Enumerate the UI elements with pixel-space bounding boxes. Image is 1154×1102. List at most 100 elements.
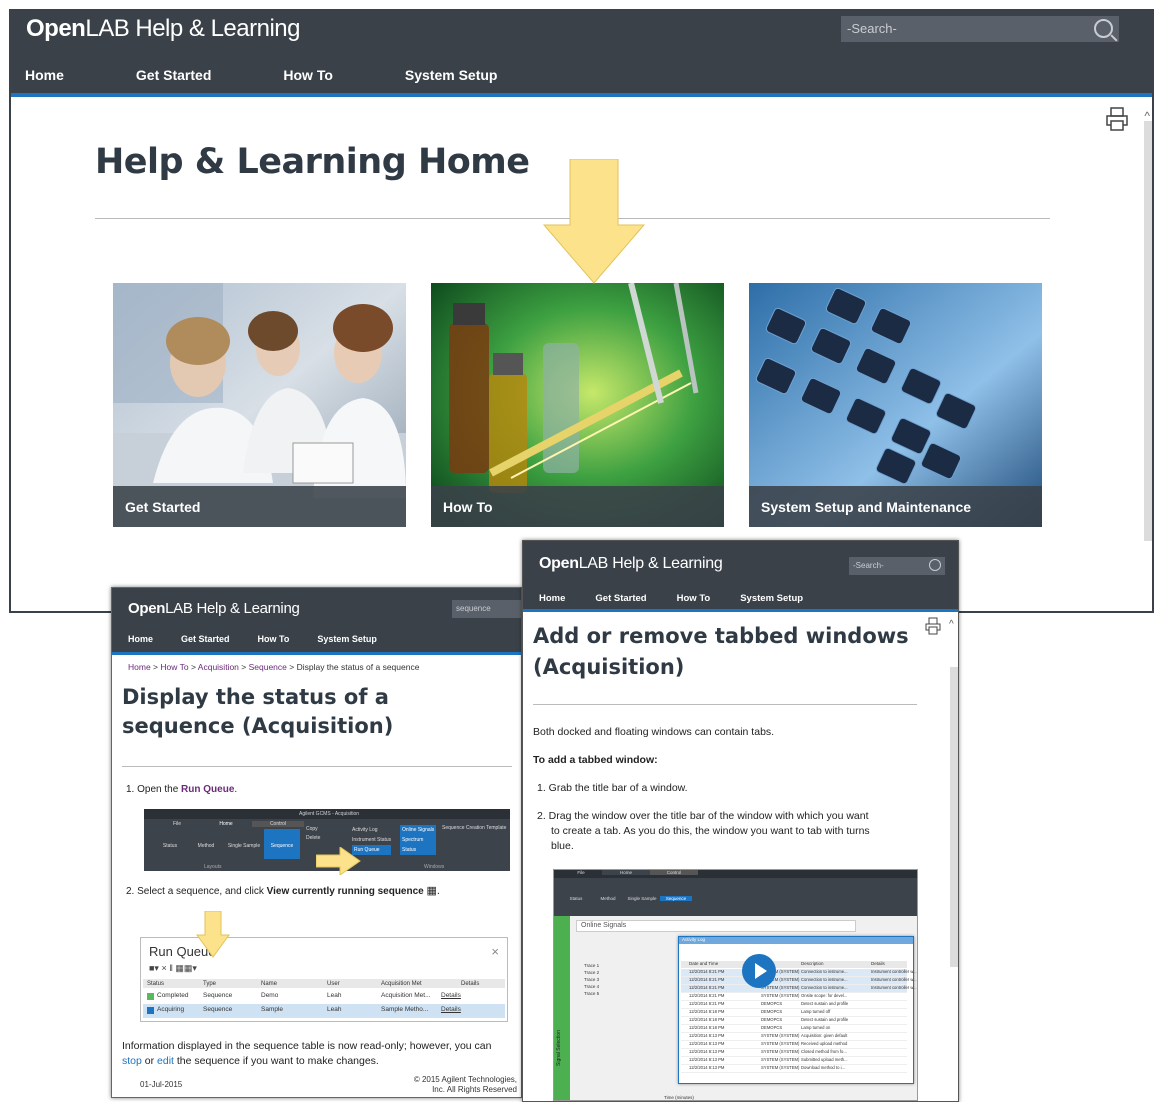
nav-system-setup[interactable]: System Setup (317, 634, 377, 644)
log-row[interactable]: 12/2/2014 8:18 PM DEMOPCS Detect sustain a… (681, 1017, 907, 1025)
run-queue-toolbar: ■▾ × ‖ ▦▦▾ (149, 963, 197, 973)
nav-how-to[interactable]: How To (258, 634, 290, 644)
search-input[interactable]: sequence (452, 600, 521, 618)
print-icon[interactable] (1106, 107, 1128, 131)
brand-logo[interactable]: OpenLAB Help & Learning (26, 15, 300, 43)
nav-how-to[interactable]: How To (677, 593, 711, 604)
nav: Home Get Started How To System Setup (539, 593, 803, 604)
log-row[interactable]: 12/2/2014 8:13 PM SYSTEM (SYSTEM) Download… (681, 1065, 907, 1073)
ribbon-buttons: Status Method Single Sample Sequence (560, 896, 692, 901)
ribbon-tab-file[interactable]: File (154, 821, 200, 827)
ribbon-copy-button[interactable]: Copy (306, 825, 320, 834)
tile-system-setup[interactable]: System Setup and Maintenance (749, 283, 1042, 527)
sequence-status-window: OpenLAB Help & Learning sequence Home Ge… (111, 587, 522, 1098)
log-row[interactable]: 12/2/2014 8:21 PM DEMOPCS Detect sustain a… (681, 1001, 907, 1009)
stop-link[interactable]: stop (122, 1055, 142, 1067)
ribbon-single-sample-button[interactable]: Single Sample (224, 829, 264, 859)
log-table-header: Date and Time User Description Details (681, 961, 907, 968)
table-row[interactable]: Completed Sequence Demo Leah Acquisition… (143, 990, 505, 1004)
log-row[interactable]: 12/2/2014 8:21 PM SYSTEM (SYSTEM) Connecti… (681, 969, 917, 977)
nav-get-started[interactable]: Get Started (595, 593, 646, 604)
ribbon-side: Copy Delete (306, 825, 320, 843)
details-link[interactable]: Details (441, 992, 461, 999)
nav-home[interactable]: Home (25, 67, 64, 91)
ribbon-delete-button[interactable]: Delete (306, 834, 320, 843)
log-row[interactable]: 12/2/2014 8:13 PM SYSTEM (SYSTEM) Closed m… (681, 1049, 907, 1057)
breadcrumb-sequence[interactable]: Sequence (249, 662, 287, 672)
ribbon-group-layouts: Layouts (204, 864, 222, 870)
tile-how-to[interactable]: How To (431, 283, 724, 527)
ribbon-sequence-template[interactable]: Sequence Creation Template (442, 825, 506, 831)
log-row[interactable]: 12/2/2014 8:18 PM DEMOPCS Lamp turned off (681, 1009, 907, 1017)
breadcrumb: Home > How To > Acquisition > Sequence >… (128, 662, 420, 672)
scroll-up-icon[interactable]: ^ (949, 619, 954, 630)
trace-legend: Trace 1 Trace 2 Trace 3 Trace 4 Trace 5 (584, 963, 600, 996)
activity-log-titlebar[interactable]: Activity Log (679, 937, 913, 944)
table-row[interactable]: Acquiring Sequence Sample Leah Sample Me… (143, 1004, 505, 1018)
ribbon-window-col-2: Online Signals Spectrum Status (400, 825, 437, 855)
print-icon[interactable] (925, 617, 941, 635)
page-title: Display the status of a sequence (Acquis… (122, 685, 394, 738)
tile-get-started[interactable]: Get Started (113, 283, 406, 527)
down-arrow-icon (542, 159, 646, 284)
ribbon-method-button[interactable]: Method (188, 829, 224, 859)
search-icon[interactable] (1094, 19, 1113, 38)
search-input[interactable]: -Search- (841, 16, 1119, 42)
run-queue-link[interactable]: Run Queue (181, 784, 234, 795)
online-signals-panel-title[interactable]: Online Signals (576, 920, 856, 932)
ribbon-activity-log[interactable]: Activity Log (352, 825, 391, 835)
ribbon-online-signals[interactable]: Online Signals (400, 825, 437, 835)
nav-home[interactable]: Home (539, 593, 565, 604)
ribbon-sequence-button[interactable]: Sequence (264, 829, 300, 859)
step-1: 1. Grab the title bar of a window. (537, 782, 688, 794)
breadcrumb-how-to[interactable]: How To (160, 662, 188, 672)
log-table-body: 12/2/2014 8:21 PM SYSTEM (SYSTEM) Connecti… (681, 969, 917, 1073)
breadcrumb-current: Display the status of a sequence (296, 662, 420, 672)
log-row[interactable]: 12/2/2014 8:13 PM SYSTEM (SYSTEM) Received… (681, 1041, 907, 1049)
nav-underline (112, 652, 521, 655)
activity-log-floating-window[interactable]: Activity Log Date and Time User Descript… (678, 936, 917, 1084)
ribbon-status-button[interactable]: Status (152, 829, 188, 859)
edit-link[interactable]: edit (157, 1055, 174, 1067)
nav-get-started[interactable]: Get Started (181, 634, 230, 644)
vertical-scrollbar[interactable] (950, 667, 958, 967)
divider (122, 766, 512, 767)
close-icon[interactable]: × (491, 944, 499, 959)
log-row[interactable]: 12/2/2014 8:21 PM SYSTEM (SYSTEM) Connecti… (681, 977, 917, 985)
brand-logo[interactable]: OpenLAB Help & Learning (539, 555, 723, 573)
ribbon-tab-home[interactable]: Home (200, 821, 252, 827)
ribbon-spectrum[interactable]: Spectrum (400, 835, 437, 845)
log-row[interactable]: 12/2/2014 8:21 PM SYSTEM (SYSTEM) Onsite s… (681, 993, 907, 1001)
log-row[interactable]: 12/2/2014 8:13 PM SYSTEM (SYSTEM) Submitte… (681, 1057, 907, 1065)
brand-logo[interactable]: OpenLAB Help & Learning (128, 600, 300, 617)
subheading: To add a tabbed window: (533, 754, 658, 766)
step-2: 2. Select a sequence, and click View cur… (126, 885, 440, 897)
signal-selection-bar[interactable]: Signal Selection (554, 916, 570, 1100)
nav-system-setup[interactable]: System Setup (740, 593, 803, 604)
footer-copyright: © 2015 Agilent Technologies, Inc. All Rig… (413, 1075, 517, 1094)
intro-text: Both docked and floating windows can con… (533, 726, 775, 738)
step-1: 1. Open the Run Queue. (126, 784, 238, 795)
main-nav: Home Get Started How To System Setup (11, 67, 555, 91)
info-paragraph: Information displayed in the sequence ta… (122, 1040, 492, 1067)
search-icon[interactable] (929, 559, 941, 571)
log-row[interactable]: 12/2/2014 8:18 PM DEMOPCS Lamp turned on (681, 1025, 907, 1033)
main-help-window: OpenLAB Help & Learning -Search- Home Ge… (9, 9, 1154, 613)
ribbon-titlebar: Agilent GCMS - Acquisition (144, 809, 510, 819)
nav-get-started[interactable]: Get Started (136, 67, 211, 91)
breadcrumb-acquisition[interactable]: Acquisition (198, 662, 239, 672)
ribbon-instrument-status[interactable]: Instrument Status (352, 835, 391, 845)
breadcrumb-home[interactable]: Home (128, 662, 151, 672)
details-link[interactable]: Details (441, 1006, 461, 1013)
log-row[interactable]: 12/2/2014 8:13 PM SYSTEM (SYSTEM) Acquisit… (681, 1033, 907, 1041)
nav-system-setup[interactable]: System Setup (405, 67, 498, 91)
ribbon-tab-control[interactable]: Control (252, 821, 304, 827)
search-input[interactable]: -Search- (849, 557, 945, 575)
play-video-button[interactable] (742, 954, 776, 988)
nav-home[interactable]: Home (128, 634, 153, 644)
ribbon-status[interactable]: Status (400, 845, 437, 855)
vertical-scrollbar[interactable] (1144, 121, 1152, 541)
log-row[interactable]: 12/2/2014 8:21 PM SYSTEM (SYSTEM) Connecti… (681, 985, 917, 993)
nav-how-to[interactable]: How To (283, 67, 333, 91)
view-running-sequence-icon[interactable]: ▦. (427, 885, 440, 897)
